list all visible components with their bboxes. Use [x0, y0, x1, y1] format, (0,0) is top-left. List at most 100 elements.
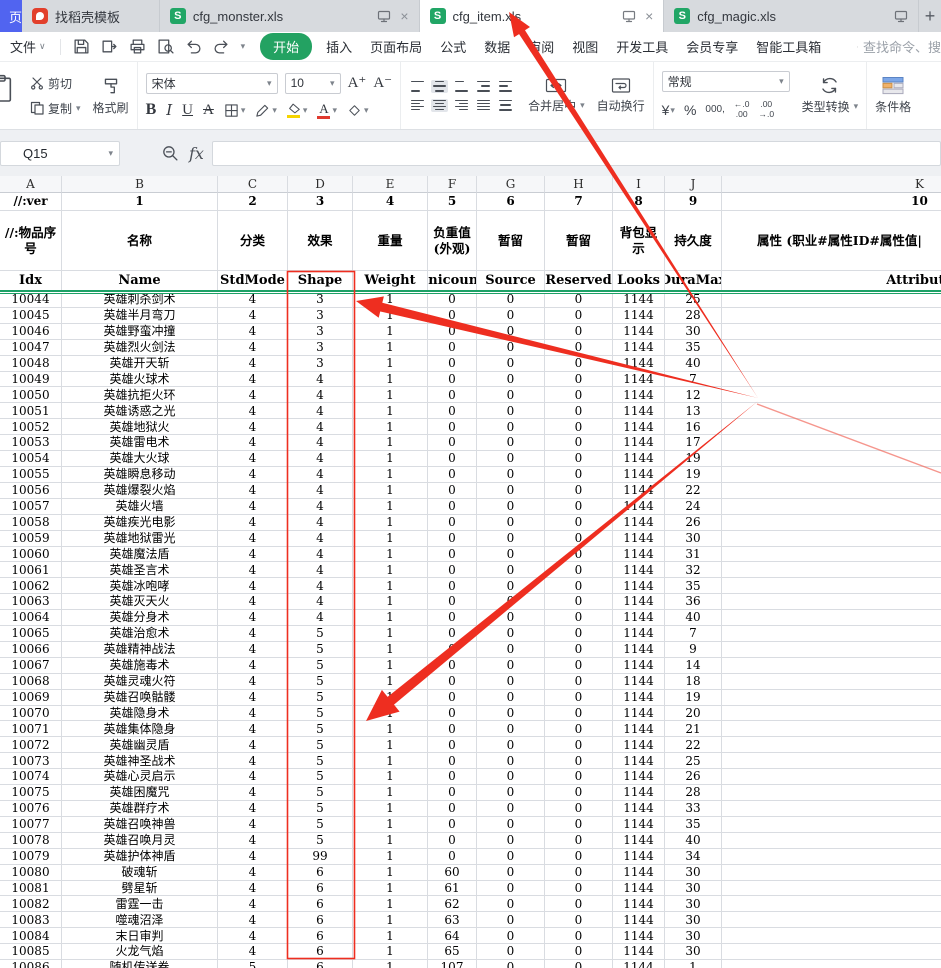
- cell[interactable]: 10051: [0, 403, 62, 419]
- cell[interactable]: 0: [545, 467, 613, 483]
- cell[interactable]: 5: [288, 690, 353, 706]
- cell[interactable]: 16: [665, 419, 722, 435]
- cell[interactable]: 1144: [613, 562, 665, 578]
- cell[interactable]: 1144: [613, 928, 665, 944]
- cell[interactable]: 10077: [0, 817, 62, 833]
- cell[interactable]: 4: [218, 531, 288, 547]
- cell[interactable]: 5: [288, 737, 353, 753]
- cell[interactable]: 10059: [0, 531, 62, 547]
- cell[interactable]: 0: [545, 960, 613, 968]
- cell[interactable]: 4: [218, 658, 288, 674]
- cell[interactable]: 0: [545, 706, 613, 722]
- cell[interactable]: 0: [477, 960, 545, 968]
- fill-color-button[interactable]: ▾: [287, 103, 308, 118]
- cell[interactable]: 0: [477, 674, 545, 690]
- cell[interactable]: 1144: [613, 403, 665, 419]
- cell[interactable]: 4: [218, 324, 288, 340]
- conditional-format-button[interactable]: 条件格: [875, 76, 911, 115]
- cell[interactable]: [722, 578, 941, 594]
- cell[interactable]: [722, 499, 941, 515]
- cell[interactable]: //:ver: [0, 193, 62, 211]
- cell[interactable]: 1: [353, 912, 428, 928]
- cell[interactable]: 1144: [613, 833, 665, 849]
- cell[interactable]: 4: [218, 674, 288, 690]
- cell[interactable]: 1: [353, 849, 428, 865]
- cell[interactable]: 0: [477, 340, 545, 356]
- cell[interactable]: 0: [545, 881, 613, 897]
- cell[interactable]: 0: [428, 785, 477, 801]
- cell[interactable]: 0: [545, 372, 613, 388]
- cell[interactable]: 10076: [0, 801, 62, 817]
- distributed-icon[interactable]: [497, 99, 514, 112]
- cell[interactable]: 10046: [0, 324, 62, 340]
- cell[interactable]: 5: [288, 769, 353, 785]
- cell[interactable]: 4: [218, 419, 288, 435]
- increase-indent-icon[interactable]: [497, 80, 514, 93]
- cell[interactable]: 英雄魔法盾: [62, 547, 218, 563]
- cell[interactable]: 10086: [0, 960, 62, 968]
- cell[interactable]: 30: [665, 324, 722, 340]
- cell[interactable]: 10071: [0, 721, 62, 737]
- cell[interactable]: 0: [428, 721, 477, 737]
- align-center-icon[interactable]: [431, 99, 448, 112]
- cell[interactable]: 1: [353, 308, 428, 324]
- cell[interactable]: 62: [428, 896, 477, 912]
- cell[interactable]: 1144: [613, 801, 665, 817]
- cell[interactable]: 10044: [0, 292, 62, 308]
- cell[interactable]: 4: [288, 372, 353, 388]
- cell[interactable]: DuraMax: [665, 271, 722, 292]
- cell[interactable]: 6: [288, 960, 353, 968]
- cell[interactable]: 30: [665, 928, 722, 944]
- cell[interactable]: 0: [477, 721, 545, 737]
- cell[interactable]: 6: [288, 896, 353, 912]
- cell[interactable]: 1: [353, 594, 428, 610]
- cell[interactable]: 0: [428, 626, 477, 642]
- cell[interactable]: 0: [545, 753, 613, 769]
- cell[interactable]: 1: [353, 340, 428, 356]
- cell[interactable]: 4: [288, 467, 353, 483]
- cell[interactable]: 4: [218, 578, 288, 594]
- cell[interactable]: 4: [218, 912, 288, 928]
- cell[interactable]: 30: [665, 865, 722, 881]
- cell[interactable]: 1: [353, 896, 428, 912]
- cell[interactable]: Shape: [288, 271, 353, 292]
- cell[interactable]: [722, 753, 941, 769]
- cell[interactable]: 28: [665, 308, 722, 324]
- cell[interactable]: 4: [288, 562, 353, 578]
- cell[interactable]: 1: [353, 356, 428, 372]
- cell[interactable]: 3: [288, 308, 353, 324]
- cell[interactable]: 4: [288, 531, 353, 547]
- cell[interactable]: 英雄召唤骷髅: [62, 690, 218, 706]
- cell[interactable]: [722, 340, 941, 356]
- cell[interactable]: 4: [218, 690, 288, 706]
- cell[interactable]: 英雄精神战法: [62, 642, 218, 658]
- cell[interactable]: 英雄火墙: [62, 499, 218, 515]
- cell[interactable]: 1: [353, 292, 428, 308]
- cell[interactable]: 10082: [0, 896, 62, 912]
- cell[interactable]: 0: [545, 483, 613, 499]
- cell[interactable]: 英雄隐身术: [62, 706, 218, 722]
- cell[interactable]: 4: [218, 642, 288, 658]
- cell[interactable]: 4: [218, 467, 288, 483]
- column-header[interactable]: J: [665, 176, 722, 193]
- cell[interactable]: [722, 435, 941, 451]
- cell[interactable]: [722, 912, 941, 928]
- cell[interactable]: [722, 674, 941, 690]
- cell[interactable]: 1144: [613, 292, 665, 308]
- cell[interactable]: 10049: [0, 372, 62, 388]
- cell[interactable]: 英雄集体隐身: [62, 721, 218, 737]
- cell[interactable]: 30: [665, 531, 722, 547]
- column-header[interactable]: D: [288, 176, 353, 193]
- cell[interactable]: 10085: [0, 944, 62, 960]
- align-top-icon[interactable]: [409, 80, 426, 93]
- font-size-select[interactable]: 10▾: [285, 73, 341, 94]
- cell[interactable]: 10074: [0, 769, 62, 785]
- cell[interactable]: 英雄幽灵盾: [62, 737, 218, 753]
- cell[interactable]: 英雄护体神盾: [62, 849, 218, 865]
- cell[interactable]: 1144: [613, 531, 665, 547]
- cell[interactable]: 1: [353, 944, 428, 960]
- align-middle-icon[interactable]: [431, 80, 448, 93]
- cell[interactable]: 英雄分身术: [62, 610, 218, 626]
- cell[interactable]: 0: [545, 324, 613, 340]
- cell[interactable]: 10048: [0, 356, 62, 372]
